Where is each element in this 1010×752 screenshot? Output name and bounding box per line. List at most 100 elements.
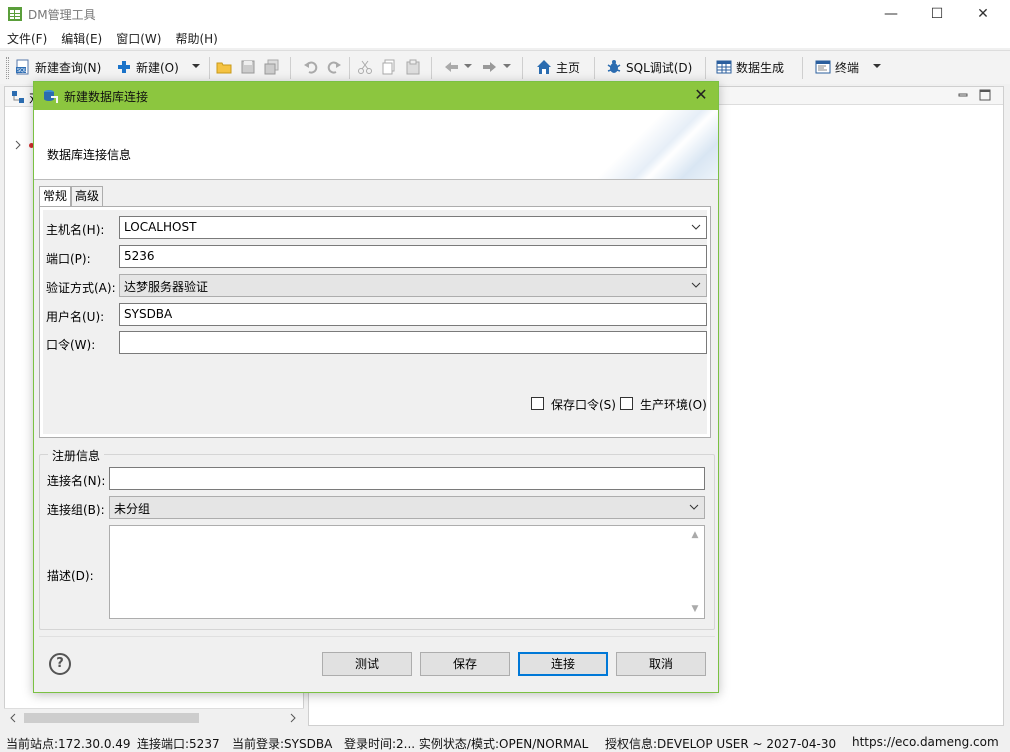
new-query-label: 新建查询(N) bbox=[35, 60, 102, 75]
password-input[interactable] bbox=[119, 331, 707, 354]
new-connection-dialog: 新建数据库连接 ✕ 数据库连接信息 常规 高级 主机名(H): LOCALHOS… bbox=[33, 81, 719, 693]
chevron-down-icon[interactable] bbox=[690, 279, 702, 291]
scroll-down-icon[interactable]: ▼ bbox=[690, 604, 700, 614]
tree-expand-icon[interactable] bbox=[13, 139, 23, 153]
navigator-icon bbox=[11, 90, 25, 107]
menu-help[interactable]: 帮助(H) bbox=[168, 30, 224, 47]
house-icon bbox=[536, 59, 552, 75]
username-value: SYSDBA bbox=[124, 307, 173, 321]
tab-general[interactable]: 常规 bbox=[39, 186, 72, 207]
menu-window[interactable]: 窗口(W) bbox=[109, 30, 168, 47]
cancel-button[interactable]: 取消 bbox=[616, 652, 706, 676]
redo-icon bbox=[326, 59, 342, 75]
cut-button[interactable] bbox=[357, 55, 377, 79]
dialog-banner: 数据库连接信息 bbox=[34, 110, 718, 180]
save-password-label: 保存口令(S) bbox=[551, 398, 616, 412]
description-scrollbar[interactable]: ▲ ▼ bbox=[687, 527, 703, 617]
menu-file[interactable]: 文件(F) bbox=[0, 30, 54, 47]
arrow-left-icon bbox=[443, 59, 459, 75]
toolbar-separator bbox=[802, 57, 803, 79]
conn-group-select[interactable]: 未分组 bbox=[109, 496, 705, 519]
save-button[interactable]: 保存 bbox=[420, 652, 510, 676]
scroll-right-icon[interactable] bbox=[288, 712, 298, 726]
data-generation-button[interactable]: 数据生成 bbox=[716, 55, 784, 79]
statusbar: 当前站点:172.30.0.49 连接端口:5237 当前登录:SYSDBA 登… bbox=[0, 730, 1010, 752]
toolbar-grip[interactable] bbox=[6, 57, 9, 79]
terminal-button[interactable]: 终端 bbox=[815, 55, 859, 79]
username-label: 用户名(U): bbox=[46, 310, 105, 324]
chevron-down-icon[interactable] bbox=[690, 221, 702, 233]
undo-icon bbox=[303, 59, 319, 75]
save-icon bbox=[240, 59, 256, 75]
sql-file-icon: SQL bbox=[15, 59, 31, 75]
dialog-tabs: 常规 高级 bbox=[39, 186, 104, 207]
window-titlebar: DM管理工具 — ☐ ✕ bbox=[0, 0, 1010, 28]
auth-value: 达梦服务器验证 bbox=[124, 280, 209, 294]
status-url[interactable]: https://eco.dameng.com bbox=[852, 735, 999, 749]
port-input[interactable]: 5236 bbox=[119, 245, 707, 268]
open-button[interactable] bbox=[216, 55, 236, 79]
auth-method-select[interactable]: 达梦服务器验证 bbox=[119, 274, 707, 297]
paste-button[interactable] bbox=[405, 55, 425, 79]
sql-debug-button[interactable]: SQL调试(D) bbox=[606, 55, 692, 79]
database-table-icon bbox=[8, 7, 22, 21]
terminal-window-icon bbox=[815, 59, 831, 75]
banner-text: 数据库连接信息 bbox=[47, 148, 132, 162]
new-query-button[interactable]: SQL 新建查询(N) bbox=[15, 55, 101, 79]
minimize-button[interactable]: — bbox=[868, 0, 914, 28]
production-env-checkbox[interactable] bbox=[620, 397, 633, 410]
back-button[interactable] bbox=[443, 55, 473, 79]
scroll-left-icon[interactable] bbox=[8, 712, 18, 726]
minimize-pane-icon[interactable] bbox=[957, 89, 969, 104]
toolbar-separator bbox=[209, 57, 210, 79]
registration-group-title: 注册信息 bbox=[48, 447, 105, 464]
chevron-down-icon[interactable] bbox=[688, 501, 700, 513]
home-button[interactable]: 主页 bbox=[536, 55, 580, 79]
forward-button[interactable] bbox=[482, 55, 512, 79]
status-license: 授权信息:DEVELOP USER ~ 2027-04-30 bbox=[605, 737, 837, 751]
close-window-button[interactable]: ✕ bbox=[960, 0, 1006, 28]
connect-button[interactable]: 连接 bbox=[518, 652, 608, 676]
folder-icon bbox=[216, 59, 232, 75]
production-env-label: 生产环境(O) bbox=[640, 398, 707, 412]
close-icon[interactable]: ✕ bbox=[692, 86, 710, 104]
help-icon[interactable]: ? bbox=[49, 653, 71, 675]
button-row-separator bbox=[39, 636, 715, 637]
scrollbar-thumb[interactable] bbox=[24, 713, 199, 723]
menu-edit[interactable]: 编辑(E) bbox=[54, 30, 109, 47]
test-button[interactable]: 测试 bbox=[322, 652, 412, 676]
username-input[interactable]: SYSDBA bbox=[119, 303, 707, 326]
chevron-down-icon bbox=[502, 60, 512, 74]
horizontal-scrollbar[interactable] bbox=[4, 708, 304, 726]
window-title: DM管理工具 bbox=[28, 7, 96, 22]
tab-advanced[interactable]: 高级 bbox=[71, 186, 104, 207]
terminal-label: 终端 bbox=[835, 60, 860, 75]
conn-group-label: 连接组(B): bbox=[47, 503, 105, 517]
home-label: 主页 bbox=[556, 60, 581, 75]
toolbar-separator bbox=[705, 57, 706, 79]
copy-button[interactable] bbox=[381, 55, 401, 79]
undo-button[interactable] bbox=[303, 55, 323, 79]
terminal-dropdown-button[interactable] bbox=[871, 55, 883, 79]
maximize-button[interactable]: ☐ bbox=[914, 0, 960, 28]
description-label: 描述(D): bbox=[47, 569, 94, 583]
chevron-down-icon bbox=[463, 60, 473, 74]
scroll-up-icon[interactable]: ▲ bbox=[690, 530, 700, 540]
new-dropdown-button[interactable] bbox=[190, 55, 202, 79]
conn-name-input[interactable] bbox=[109, 467, 705, 490]
save-password-checkbox[interactable] bbox=[531, 397, 544, 410]
maximize-pane-icon[interactable] bbox=[979, 89, 991, 104]
host-combobox[interactable]: LOCALHOST bbox=[119, 216, 707, 239]
redo-button[interactable] bbox=[326, 55, 346, 79]
description-textarea[interactable]: ▲ ▼ bbox=[109, 525, 705, 619]
chevron-down-icon bbox=[871, 60, 883, 75]
new-button[interactable]: 新建(O) bbox=[116, 55, 179, 79]
port-value: 5236 bbox=[124, 249, 155, 263]
password-label: 口令(W): bbox=[46, 338, 96, 352]
save-all-button[interactable] bbox=[264, 55, 284, 79]
save-toolbar-button[interactable] bbox=[240, 55, 260, 79]
host-value: LOCALHOST bbox=[124, 220, 197, 234]
host-label: 主机名(H): bbox=[46, 223, 105, 237]
toolbar-separator bbox=[349, 57, 350, 79]
data-generation-label: 数据生成 bbox=[736, 60, 785, 75]
